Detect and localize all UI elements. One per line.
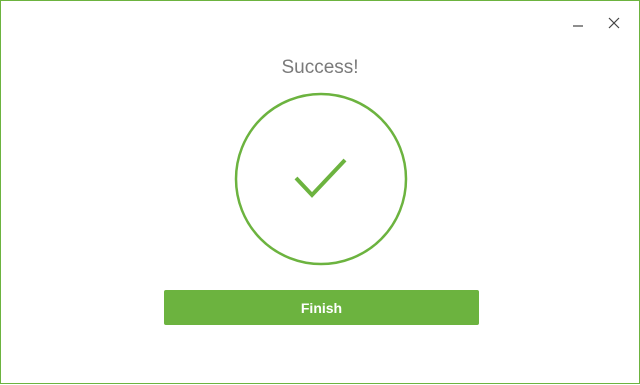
minimize-icon — [573, 25, 583, 27]
installer-window: Success! Finish — [0, 0, 640, 384]
checkmark-icon — [294, 158, 347, 198]
minimize-button[interactable] — [567, 13, 589, 33]
close-icon — [608, 17, 620, 29]
success-heading: Success! — [281, 57, 359, 78]
close-button[interactable] — [603, 13, 625, 33]
success-ring-circle — [234, 92, 408, 266]
window-controls — [567, 13, 625, 33]
finish-button[interactable]: Finish — [164, 290, 479, 325]
success-status — [234, 92, 408, 266]
